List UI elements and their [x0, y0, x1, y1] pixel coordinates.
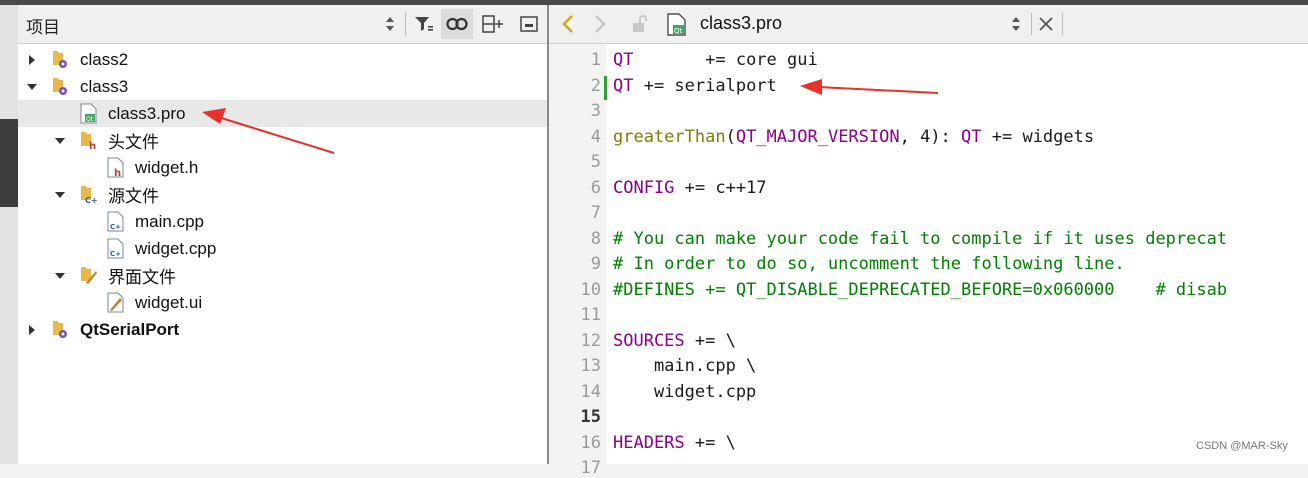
headers-folder-icon: h — [80, 130, 98, 152]
chevron-down-icon[interactable] — [54, 135, 66, 147]
tree-item-widget-h[interactable]: h widget.h — [18, 154, 547, 181]
code-line[interactable]: widget.cpp — [613, 382, 756, 402]
project-panel: 项目 class2 class3 Qt class3.pro h 头文件 h w… — [18, 5, 547, 464]
line-number: 2 — [590, 75, 601, 96]
tree-item-label: class3.pro — [108, 103, 186, 123]
code-line[interactable]: QT += core gui — [613, 50, 818, 70]
forms-folder-icon — [80, 265, 98, 285]
line-number: 3 — [590, 101, 601, 121]
code-line[interactable]: CONFIG += c++17 — [613, 178, 767, 198]
cpp-file-icon: C+ — [107, 211, 125, 232]
editor-file-name: class3.pro — [700, 13, 783, 33]
ui-file-icon — [107, 292, 125, 313]
code-line[interactable]: # You can make your code fail to compile… — [613, 229, 1227, 249]
line-number: 11 — [580, 305, 601, 325]
lock-icon[interactable] — [627, 9, 653, 39]
pro-file-icon: Qt — [80, 103, 98, 124]
tree-item-widget-ui[interactable]: widget.ui — [18, 289, 547, 316]
tree-item-main-cpp[interactable]: C+ main.cpp — [18, 208, 547, 235]
split-add-icon[interactable] — [478, 9, 508, 39]
watermark: CSDN @MAR-Sky — [1196, 440, 1288, 452]
link-with-editor-icon[interactable] — [441, 9, 473, 39]
code-line[interactable]: HEADERS += \ — [613, 433, 736, 453]
project-folder-icon — [52, 49, 70, 69]
close-pane-icon[interactable] — [515, 9, 543, 39]
tree-item-label: class3 — [80, 76, 129, 96]
line-number: 12 — [580, 330, 601, 351]
chevron-down-icon[interactable] — [26, 81, 38, 93]
svg-text:Qt: Qt — [86, 116, 94, 123]
line-number: 4 — [590, 126, 601, 147]
line-number: 7 — [590, 203, 601, 223]
tree-item-qtserialport[interactable]: QtSerialPort — [18, 316, 547, 343]
code-line[interactable]: # In order to do so, uncomment the follo… — [613, 254, 1125, 274]
code-line[interactable]: QT += serialport — [613, 76, 777, 96]
line-number: 9 — [590, 254, 601, 274]
header-file-icon: h — [107, 157, 125, 179]
tree-item-class3[interactable]: class3 — [18, 73, 547, 100]
tree-item-class3-pro[interactable]: Qt class3.pro — [18, 100, 547, 127]
header-separator — [405, 13, 406, 35]
back-arrow-icon[interactable] — [555, 9, 581, 39]
tree-item-label: class2 — [80, 49, 129, 69]
line-number: 16 — [580, 432, 601, 453]
pro-file-icon: Qt — [664, 9, 690, 39]
line-number: 15 — [580, 407, 601, 427]
svg-text:C+: C+ — [110, 250, 121, 258]
modified-line-marker — [604, 76, 607, 100]
svg-text:C+: C+ — [85, 196, 98, 204]
close-icon[interactable] — [1033, 9, 1059, 39]
tree-item-label: QtSerialPort — [80, 319, 180, 339]
tree-item-class2[interactable]: class2 — [18, 46, 547, 73]
forward-arrow-icon[interactable] — [587, 9, 613, 39]
mode-sidebar-active — [0, 119, 18, 207]
code-line[interactable]: greaterThan(QT_MAJOR_VERSION, 4): QT += … — [613, 127, 1094, 147]
line-number: 17 — [580, 458, 601, 478]
line-number: 5 — [590, 152, 601, 172]
tree-item-sources-folder[interactable]: C+ 源文件 — [18, 181, 547, 208]
tree-item-label: widget.h — [135, 157, 199, 177]
chevron-right-icon[interactable] — [26, 324, 38, 336]
tree-item-widget-cpp[interactable]: C+ widget.cpp — [18, 235, 547, 262]
code-editor: Qt class3.pro 1 QT += core gui 2 QT += seri… — [549, 5, 1308, 478]
chevron-down-icon[interactable] — [54, 189, 66, 201]
tree-item-label: main.cpp — [135, 211, 204, 231]
line-number: 10 — [580, 279, 601, 300]
line-number: 13 — [580, 356, 601, 376]
header-separator — [1062, 13, 1063, 35]
editor-toolbar: Qt class3.pro — [549, 5, 1308, 44]
chevron-right-icon[interactable] — [26, 54, 38, 66]
svg-text:h: h — [89, 141, 96, 150]
header-separator — [1031, 13, 1032, 35]
code-line[interactable]: main.cpp \ — [613, 356, 756, 376]
project-panel-title: 项目 — [26, 18, 60, 37]
view-selector-updown-icon[interactable] — [378, 9, 402, 39]
svg-text:h: h — [114, 168, 121, 178]
tree-item-forms-folder[interactable]: 界面文件 — [18, 262, 547, 289]
code-line[interactable]: SOURCES += \ — [613, 331, 736, 351]
line-number: 8 — [590, 228, 601, 249]
project-panel-header: 项目 — [18, 5, 547, 44]
line-number: 14 — [580, 381, 601, 402]
project-folder-icon — [52, 76, 70, 96]
tree-item-headers-folder[interactable]: h 头文件 — [18, 127, 547, 154]
file-selector-updown-icon[interactable] — [1005, 9, 1027, 39]
mode-sidebar — [0, 5, 18, 464]
tree-item-label: widget.cpp — [135, 238, 217, 258]
chevron-down-icon[interactable] — [54, 270, 66, 282]
sources-folder-icon: C+ — [80, 184, 98, 205]
svg-text:Qt: Qt — [674, 27, 683, 35]
tree-item-label: 源文件 — [108, 187, 159, 206]
tree-item-label: widget.ui — [135, 292, 203, 312]
svg-text:C+: C+ — [110, 223, 121, 231]
code-line[interactable]: #DEFINES += QT_DISABLE_DEPRECATED_BEFORE… — [613, 280, 1227, 300]
tree-item-label: 界面文件 — [108, 268, 176, 287]
tree-item-label: 头文件 — [108, 133, 159, 152]
line-number: 6 — [590, 177, 601, 198]
project-folder-icon — [52, 319, 70, 339]
line-number: 1 — [590, 50, 601, 70]
filter-icon[interactable] — [410, 9, 438, 39]
cpp-file-icon: C+ — [107, 238, 125, 259]
